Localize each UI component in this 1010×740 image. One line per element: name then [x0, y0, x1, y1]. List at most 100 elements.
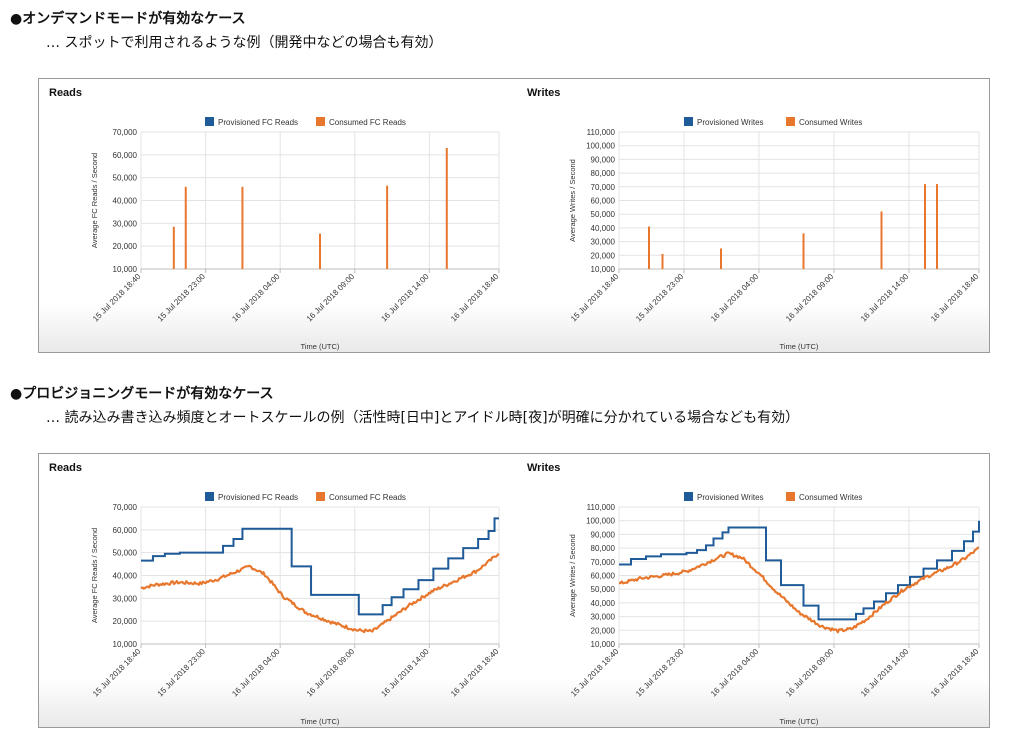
x-tick-label: 15 Jul 2018 18:40: [91, 647, 143, 699]
y-tick-label: 50,000: [591, 585, 616, 594]
section-1-subline: … スポットで利用されるような例（開発中などの場合も有効）: [46, 35, 443, 51]
y-tick-label: 10,000: [591, 265, 616, 274]
legend-swatch-consumed: [786, 492, 795, 501]
x-tick-label: 15 Jul 2018 23:00: [156, 647, 208, 699]
legend-swatch-consumed: [316, 492, 325, 501]
section-2-heading: ●プロビジョニングモードが有効なケース: [10, 386, 274, 402]
y-tick-label: 70,000: [113, 503, 138, 512]
x-axis-label: Time (UTC): [780, 717, 819, 726]
x-tick-label: 16 Jul 2018 09:00: [784, 272, 836, 324]
y-axis-label: Average Writes / Second: [568, 159, 577, 242]
chart-group-on-demand: Reads Provisioned FC Reads Consumed FC Rea…: [49, 87, 981, 351]
bar: [386, 185, 389, 269]
chart-panel-provisioned: Reads Provisioned FC Reads Consumed FC Rea…: [38, 453, 990, 728]
series-line-provisioned: [619, 520, 980, 621]
x-tick-label: 16 Jul 2018 04:00: [709, 647, 761, 699]
y-tick-label: 20,000: [591, 251, 616, 260]
y-tick-label: 40,000: [591, 224, 616, 233]
x-tick-label: 16 Jul 2018 14:00: [379, 647, 431, 699]
bar: [661, 253, 664, 269]
bar: [936, 184, 938, 269]
y-tick-label: 50,000: [113, 174, 138, 183]
bar: [184, 186, 187, 269]
legend-swatch-provisioned: [684, 492, 693, 501]
x-tick-label: 16 Jul 2018 18:40: [449, 272, 501, 324]
legend-label-consumed: Consumed Writes: [799, 493, 862, 502]
x-tick-label: 16 Jul 2018 14:00: [379, 272, 431, 324]
legend-swatch-provisioned: [205, 492, 214, 501]
section-2-subline: … 読み込み書き込み頻度とオートスケールの例（活性時[日中]とアイドル時[夜]が…: [46, 410, 800, 426]
section-1-heading: ●オンデマンドモードが有効なケース: [10, 11, 246, 27]
bar: [720, 248, 722, 269]
chart-title: Reads: [49, 462, 82, 474]
y-tick-label: 70,000: [591, 558, 616, 567]
y-tick-label: 60,000: [591, 572, 616, 581]
x-tick-label: 16 Jul 2018 04:00: [709, 272, 761, 324]
x-tick-label: 16 Jul 2018 18:40: [929, 272, 981, 324]
y-tick-label: 60,000: [113, 526, 138, 535]
y-tick-label: 90,000: [591, 155, 616, 164]
x-tick-label: 16 Jul 2018 18:40: [929, 647, 981, 699]
y-tick-label: 70,000: [113, 128, 138, 137]
x-tick-label: 16 Jul 2018 04:00: [230, 647, 282, 699]
y-tick-label: 50,000: [113, 549, 138, 558]
y-axis-label: Average Writes / Second: [568, 534, 577, 617]
legend-label-provisioned: Provisioned Writes: [697, 493, 764, 502]
x-tick-label: 16 Jul 2018 09:00: [305, 272, 357, 324]
y-tick-label: 70,000: [591, 183, 616, 192]
legend-swatch-consumed: [786, 117, 795, 126]
y-axis-label: Average FC Reads / Second: [90, 528, 99, 623]
series-line-provisioned: [141, 517, 499, 616]
y-tick-label: 10,000: [113, 640, 138, 649]
x-tick-label: 16 Jul 2018 09:00: [784, 647, 836, 699]
x-axis-label: Time (UTC): [301, 342, 340, 351]
bar: [319, 233, 321, 269]
x-tick-label: 15 Jul 2018 18:40: [91, 272, 143, 324]
y-tick-label: 100,000: [586, 142, 615, 151]
y-tick-label: 100,000: [586, 517, 615, 526]
y-tick-label: 90,000: [591, 530, 616, 539]
y-tick-label: 110,000: [587, 503, 616, 512]
chart-title: Writes: [527, 462, 560, 474]
x-tick-label: 15 Jul 2018 23:00: [156, 272, 208, 324]
legend-label-consumed: Consumed FC Reads: [329, 118, 406, 127]
series-line-consumed: [618, 546, 980, 634]
x-tick-label: 16 Jul 2018 04:00: [230, 272, 282, 324]
legend-swatch-provisioned: [205, 117, 214, 126]
legend-label-provisioned: Provisioned FC Reads: [218, 118, 298, 127]
bar: [241, 186, 244, 269]
legend-label-consumed: Consumed FC Reads: [329, 493, 406, 502]
y-tick-label: 40,000: [113, 197, 138, 206]
chart-title: Writes: [527, 87, 560, 99]
y-axis-label: Average FC Reads / Second: [90, 153, 99, 248]
x-tick-label: 15 Jul 2018 23:00: [634, 647, 686, 699]
legend-swatch-consumed: [316, 117, 325, 126]
legend-swatch-provisioned: [684, 117, 693, 126]
chart-pv-reads: Reads Provisioned FC Reads Consumed FC Rea…: [49, 462, 501, 726]
y-tick-label: 30,000: [113, 594, 138, 603]
legend-label-provisioned: Provisioned Writes: [697, 118, 764, 127]
y-tick-label: 10,000: [113, 265, 138, 274]
bar: [648, 226, 650, 269]
y-tick-label: 60,000: [113, 151, 138, 160]
x-tick-label: 15 Jul 2018 18:40: [569, 647, 621, 699]
y-tick-label: 50,000: [591, 210, 616, 219]
legend-label-consumed: Consumed Writes: [799, 118, 862, 127]
series-line-consumed: [140, 553, 500, 634]
y-tick-label: 40,000: [591, 599, 616, 608]
y-tick-label: 30,000: [113, 219, 138, 228]
bar: [172, 226, 175, 269]
y-tick-label: 80,000: [591, 544, 616, 553]
chart-od-reads: Reads Provisioned FC Reads Consumed FC Rea…: [49, 87, 501, 351]
y-tick-label: 20,000: [113, 242, 138, 251]
chart-panel-on-demand: Reads Provisioned FC Reads Consumed FC Rea…: [38, 78, 990, 353]
bar: [802, 233, 805, 269]
x-tick-label: 16 Jul 2018 14:00: [859, 647, 911, 699]
y-tick-label: 60,000: [591, 197, 616, 206]
chart-od-writes: Writes Provisioned Writes Consumed Writes 1…: [527, 87, 981, 351]
y-tick-label: 10,000: [591, 640, 616, 649]
y-tick-label: 20,000: [591, 626, 616, 635]
bar: [880, 211, 883, 269]
x-tick-label: 16 Jul 2018 14:00: [859, 272, 911, 324]
y-tick-label: 110,000: [587, 128, 616, 137]
